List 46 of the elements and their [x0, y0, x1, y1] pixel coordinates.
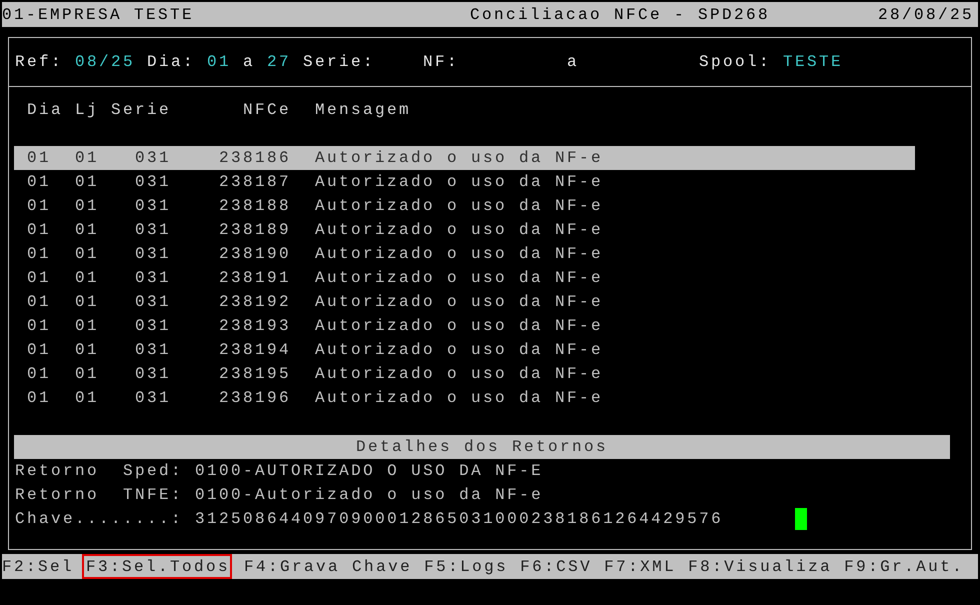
filter-label: Ref: [15, 53, 64, 71]
detail-label: Retorno TNFE: [15, 486, 184, 504]
column-header: Lj [75, 101, 100, 119]
detail-value: 31250864409709000128650310002381861264429576 [195, 510, 724, 528]
filter-value[interactable]: 27 [267, 53, 292, 71]
date-text: 28/08/25 [878, 6, 974, 24]
function-key[interactable]: F4:Grava Chave [244, 554, 412, 579]
column-header: Mensagem [315, 101, 412, 119]
filter-label: Serie: [303, 53, 376, 71]
filter-value[interactable]: 08/25 [75, 53, 136, 71]
function-key[interactable]: F9:Gr.Aut. [844, 554, 964, 579]
function-key[interactable]: F5:Logs [424, 554, 508, 579]
cursor-icon [795, 508, 808, 530]
detail-value: 0100-Autorizado o uso da NF-e [195, 486, 544, 504]
filter-value[interactable]: 01 [207, 53, 232, 71]
detail-label: Retorno Sped: [15, 462, 184, 480]
table-row[interactable]: 01 01 031 238192 Autorizado o uso da NF-e [14, 290, 915, 314]
table-row[interactable]: 01 01 031 238195 Autorizado o uso da NF-e [14, 362, 915, 386]
column-header: NFCe [243, 101, 292, 119]
table-row[interactable]: 01 01 031 238190 Autorizado o uso da NF-e [14, 242, 915, 266]
filter-label: a [243, 53, 256, 71]
filter-label: NF: [423, 53, 460, 71]
screen-title: Conciliacao NFCe - SPD268 [470, 6, 770, 24]
table-row[interactable]: 01 01 031 238188 Autorizado o uso da NF-e [14, 194, 915, 218]
filter-label: a [567, 53, 580, 71]
function-key[interactable]: F8:Visualiza [688, 554, 832, 579]
details-title: Detalhes dos Retornos [14, 435, 950, 459]
table-row[interactable]: 01 01 031 238187 Autorizado o uso da NF-e [14, 170, 915, 194]
company-name: 01-EMPRESA TESTE [2, 6, 194, 24]
table-row[interactable]: 01 01 031 238191 Autorizado o uso da NF-e [14, 266, 915, 290]
function-key[interactable]: F6:CSV [520, 554, 592, 579]
detail-label: Chave........: [15, 510, 184, 528]
table-row[interactable]: 01 01 031 238194 Autorizado o uso da NF-e [14, 338, 915, 362]
filter-label: Spool: [699, 53, 772, 71]
filter-value[interactable]: TESTE [783, 53, 844, 71]
function-key[interactable]: F2:Sel [2, 554, 74, 579]
table-row[interactable]: 01 01 031 238196 Autorizado o uso da NF-e [14, 386, 915, 410]
table-row[interactable]: 01 01 031 238193 Autorizado o uso da NF-e [14, 314, 915, 338]
function-key[interactable]: F7:XML [604, 554, 676, 579]
table-row[interactable]: 01 01 031 238186 Autorizado o uso da NF-e [14, 146, 915, 170]
function-key[interactable]: F3:Sel.Todos [82, 554, 232, 579]
column-header: Dia [27, 101, 64, 119]
column-header: Serie [111, 101, 172, 119]
filter-label: Dia: [147, 53, 196, 71]
detail-value: 0100-AUTORIZADO O USO DA NF-E [195, 462, 544, 480]
table-row[interactable]: 01 01 031 238189 Autorizado o uso da NF-e [14, 218, 915, 242]
